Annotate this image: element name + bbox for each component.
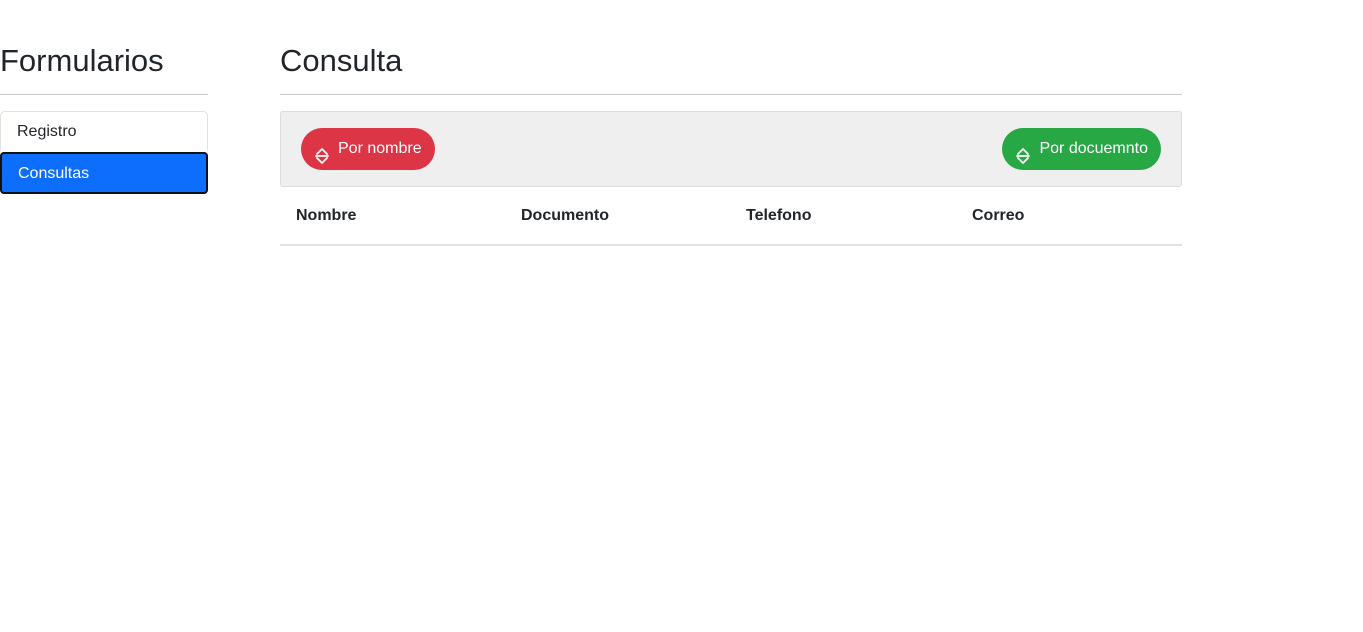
sort-by-document-label: Por docuemnto (1039, 140, 1148, 157)
sidebar-title: Formularios (0, 43, 164, 78)
column-header-documento: Documento (505, 187, 730, 246)
sort-toolbar: Por nombre Por docuemnto (280, 111, 1182, 187)
sort-by-name-label: Por nombre (338, 140, 422, 157)
sort-by-document-button[interactable]: Por docuemnto (1002, 128, 1161, 170)
sort-by-name-button[interactable]: Por nombre (301, 128, 435, 170)
table-header: Nombre Documento Telefono Correo (280, 187, 1182, 246)
sidebar-item-consultas[interactable]: Consultas (0, 152, 208, 194)
column-header-telefono: Telefono (730, 187, 956, 246)
sidebar-menu: Registro Consultas (0, 111, 208, 194)
sort-icon (1016, 140, 1031, 164)
sidebar-divider (0, 94, 208, 95)
sort-icon (315, 140, 329, 164)
results-table: Nombre Documento Telefono Correo (280, 187, 1182, 246)
column-header-correo: Correo (956, 187, 1182, 246)
column-header-nombre: Nombre (280, 187, 505, 246)
page-title: Consulta (280, 43, 403, 78)
table-header-row: Nombre Documento Telefono Correo (280, 187, 1182, 246)
title-divider (280, 94, 1182, 95)
sidebar-item-registro[interactable]: Registro (1, 112, 207, 153)
